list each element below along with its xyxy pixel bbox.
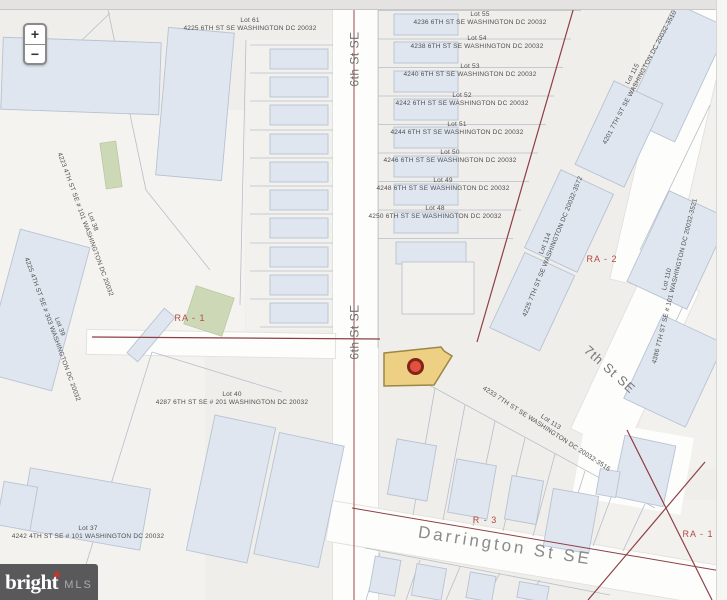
lot-label: Lot 404287 6TH ST SE # 201 WASHINGTON DC…	[127, 391, 337, 408]
lot-label: Lot 534240 6TH ST SE WASHINGTON DC 20032	[365, 63, 575, 80]
parcel-map: 6th St SE 6th St SE 7th St SE Darrington…	[0, 0, 727, 600]
brightmls-logo: bright✱ MLS	[0, 564, 98, 600]
zone-label-ra2: RA - 2	[572, 254, 632, 264]
lot-label: Lot 524242 6TH ST SE WASHINGTON DC 20032	[357, 92, 567, 109]
top-border-strip	[0, 0, 727, 10]
lot-label: Lot 514244 6TH ST SE WASHINGTON DC 20032	[352, 121, 562, 138]
zoom-in-button[interactable]: +	[25, 25, 45, 45]
lot-label: Lot 484250 6TH ST SE WASHINGTON DC 20032	[330, 205, 540, 222]
location-marker[interactable]	[409, 360, 423, 374]
zone-label-r3: R - 3	[455, 515, 515, 525]
lot-label: Lot 374242 4TH ST SE # 101 WASHINGTON DC…	[0, 525, 193, 542]
logo-star-icon: ✱	[53, 570, 60, 581]
brightmls-suffix: MLS	[64, 579, 93, 591]
lot-label: Lot 614225 6TH ST SE WASHINGTON DC 20032	[145, 17, 355, 34]
zone-label-ra1-left: RA - 1	[160, 313, 220, 323]
lot-label: Lot 504246 6TH ST SE WASHINGTON DC 20032	[345, 149, 555, 166]
lot-label: Lot 554236 6TH ST SE WASHINGTON DC 20032	[375, 11, 585, 28]
street-label-6th-lower: 6th St SE	[348, 290, 362, 375]
brightmls-wordmark: bright✱	[5, 570, 58, 595]
zoom-out-button[interactable]: −	[25, 45, 45, 64]
right-border-strip	[716, 0, 727, 600]
lot-label: Lot 494248 6TH ST SE WASHINGTON DC 20032	[338, 177, 548, 194]
zoom-control: + −	[23, 23, 47, 65]
lot-label: Lot 544238 6TH ST SE WASHINGTON DC 20032	[372, 35, 582, 52]
